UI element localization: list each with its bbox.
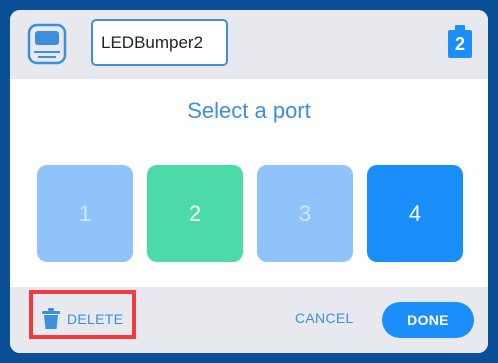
device-name-input[interactable] — [91, 19, 228, 66]
port-grid: 1 2 3 4 — [37, 165, 463, 262]
done-button[interactable]: DONE — [382, 302, 474, 338]
delete-button[interactable]: DELETE — [41, 307, 123, 331]
cancel-button[interactable]: CANCEL — [295, 310, 354, 326]
dialog-title: Select a port — [187, 98, 311, 123]
device-brain-icon — [27, 23, 67, 65]
delete-label: DELETE — [67, 311, 124, 327]
dialog-footer: DELETE CANCEL DONE — [10, 287, 488, 353]
port-button-2[interactable]: 2 — [147, 165, 243, 262]
port-badge-number: 2 — [454, 34, 465, 54]
trash-icon — [42, 308, 60, 329]
port-button-4[interactable]: 4 — [367, 165, 463, 262]
port-button-3[interactable]: 3 — [257, 165, 353, 262]
port-select-dialog: 2 Select a port 1 2 3 4 DELETE CANCEL DO… — [10, 10, 488, 353]
port-button-1[interactable]: 1 — [37, 165, 133, 262]
dialog-header: 2 — [10, 10, 488, 79]
